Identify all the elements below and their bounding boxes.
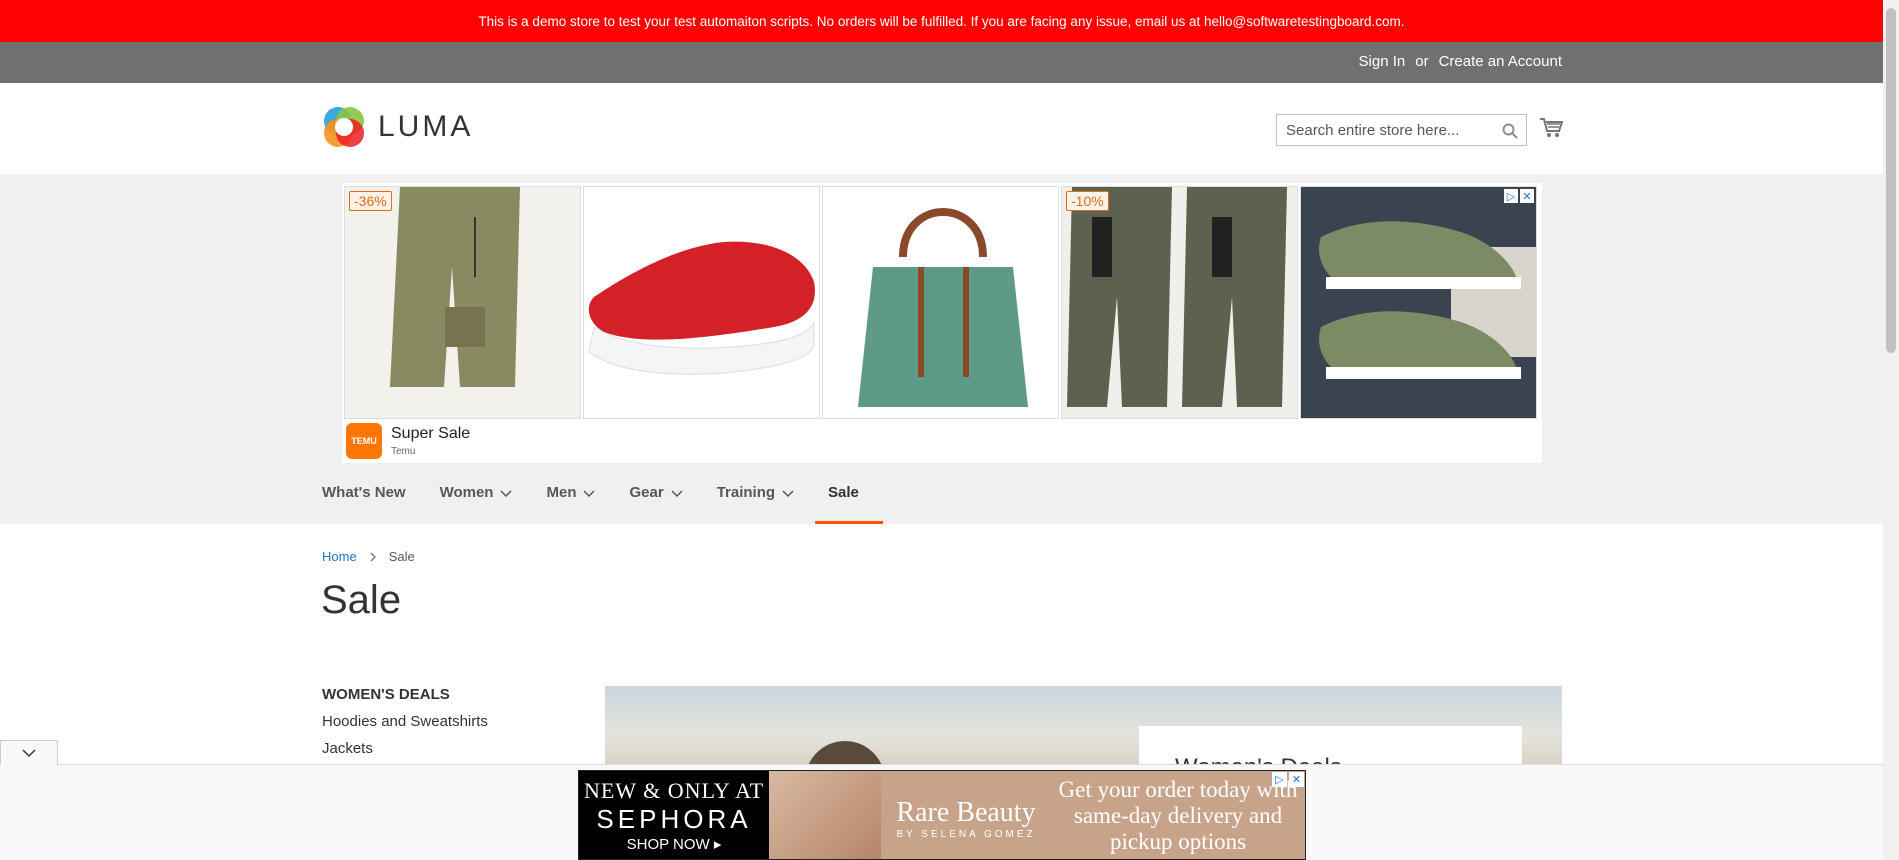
chevron-down-icon [671, 490, 683, 498]
nav-item-sale[interactable]: Sale [815, 484, 883, 524]
breadcrumb-current: Sale [388, 549, 415, 564]
account-links: Sign In or Create an Account [1359, 53, 1562, 70]
ad-choices: ▷ ✕ [1504, 189, 1534, 203]
nav-item-gear[interactable]: Gear [629, 484, 694, 524]
ad-choices: ▷ ✕ [1272, 772, 1304, 787]
ad-line-1: NEW & ONLY AT [583, 777, 765, 803]
sidebar-item-hoodies[interactable]: Hoodies and Sweatshirts [322, 713, 488, 730]
ad-tiles: -36% -10% ▷ ✕ [344, 186, 1537, 419]
ad-brand: Rare Beauty BY SELENA GOMEZ [881, 771, 1051, 859]
ad-footer: TEMU Super Sale Temu [346, 423, 470, 459]
ad-tile-green-handbag[interactable] [822, 186, 1059, 419]
chevron-down-icon [782, 490, 794, 498]
breadcrumb-home[interactable]: Home [322, 549, 357, 564]
ad-title[interactable]: Super Sale [391, 425, 470, 443]
logo-text: LUMA [378, 110, 474, 143]
sidebar-heading: WOMEN'S DEALS [322, 686, 450, 703]
nav-item-men[interactable]: Men [546, 484, 607, 524]
ad-product-image [769, 771, 881, 859]
hero-image [805, 741, 885, 766]
shop-now-link[interactable]: SHOP NOW ▸ [627, 835, 722, 853]
sephora-ad[interactable]: NEW & ONLY AT SEPHORA SHOP NOW ▸ Rare Be… [578, 770, 1306, 860]
sign-in-link[interactable]: Sign In [1359, 53, 1406, 70]
hero-banner[interactable]: Women's Deals [605, 686, 1562, 766]
scrollbar-thumb[interactable] [1886, 8, 1896, 353]
chevron-down-icon [22, 749, 36, 758]
adchoices-icon[interactable]: ▷ [1504, 189, 1518, 203]
collapse-ad-button[interactable] [0, 740, 58, 765]
discount-badge: -36% [349, 191, 392, 211]
chevron-right-icon [370, 552, 376, 561]
nav-item-whats-new[interactable]: What's New [322, 484, 418, 524]
temu-ad[interactable]: -36% -10% ▷ ✕ TEMU Super Sale Temu [342, 183, 1542, 463]
page-title: Sale [321, 578, 402, 622]
sephora-panel: NEW & ONLY AT SEPHORA SHOP NOW ▸ [579, 771, 769, 859]
top-bar: Sign In or Create an Account [0, 42, 1883, 83]
ad-tile-green-sneakers[interactable]: ▷ ✕ [1300, 186, 1537, 419]
close-ad-icon[interactable]: ✕ [1520, 189, 1534, 203]
hero-card: Women's Deals [1139, 726, 1522, 766]
search-box [1276, 114, 1527, 146]
cart-icon[interactable] [1539, 117, 1564, 144]
chevron-down-icon [500, 490, 513, 498]
close-ad-icon[interactable]: ✕ [1289, 772, 1304, 787]
discount-badge: -10% [1066, 191, 1109, 211]
breadcrumb: Home Sale [322, 549, 415, 564]
nav-item-women[interactable]: Women [440, 484, 525, 524]
promo-text: This is a demo store to test your test a… [478, 13, 1405, 29]
create-account-link[interactable]: Create an Account [1439, 53, 1562, 70]
temu-logo-icon: TEMU [346, 423, 382, 459]
or-separator: or [1415, 53, 1429, 70]
ad-copy: Get your order today with same-day deliv… [1058, 777, 1298, 854]
ad-advertiser: Temu [391, 446, 416, 457]
main-nav: What's New Women Men Gear Training Sale [322, 484, 893, 524]
luma-logo-icon [324, 107, 364, 147]
sidebar-item-jackets[interactable]: Jackets [322, 740, 488, 757]
ad-brand-sub: BY SELENA GOMEZ [896, 829, 1036, 840]
chevron-down-icon [583, 490, 596, 498]
ad-tile-red-shoe[interactable] [583, 186, 820, 419]
logo[interactable]: LUMA [322, 105, 473, 149]
ad-brand-name: Rare Beauty [896, 797, 1036, 828]
adchoices-icon[interactable]: ▷ [1272, 772, 1287, 787]
ad-line-2: SEPHORA [596, 803, 752, 834]
sidebar: WOMEN'S DEALS Hoodies and Sweatshirts Ja… [322, 686, 488, 767]
promo-banner: This is a demo store to test your test a… [0, 0, 1883, 42]
nav-item-training[interactable]: Training [717, 484, 806, 524]
page-scrollbar[interactable] [1883, 0, 1899, 860]
ad-tile-gray-cargo-shorts[interactable]: -10% [1061, 186, 1298, 419]
search-icon[interactable] [1502, 123, 1518, 144]
header: LUMA [0, 83, 1883, 174]
search-input[interactable] [1277, 115, 1492, 145]
ad-tile-cargo-shorts[interactable]: -36% [344, 186, 581, 419]
